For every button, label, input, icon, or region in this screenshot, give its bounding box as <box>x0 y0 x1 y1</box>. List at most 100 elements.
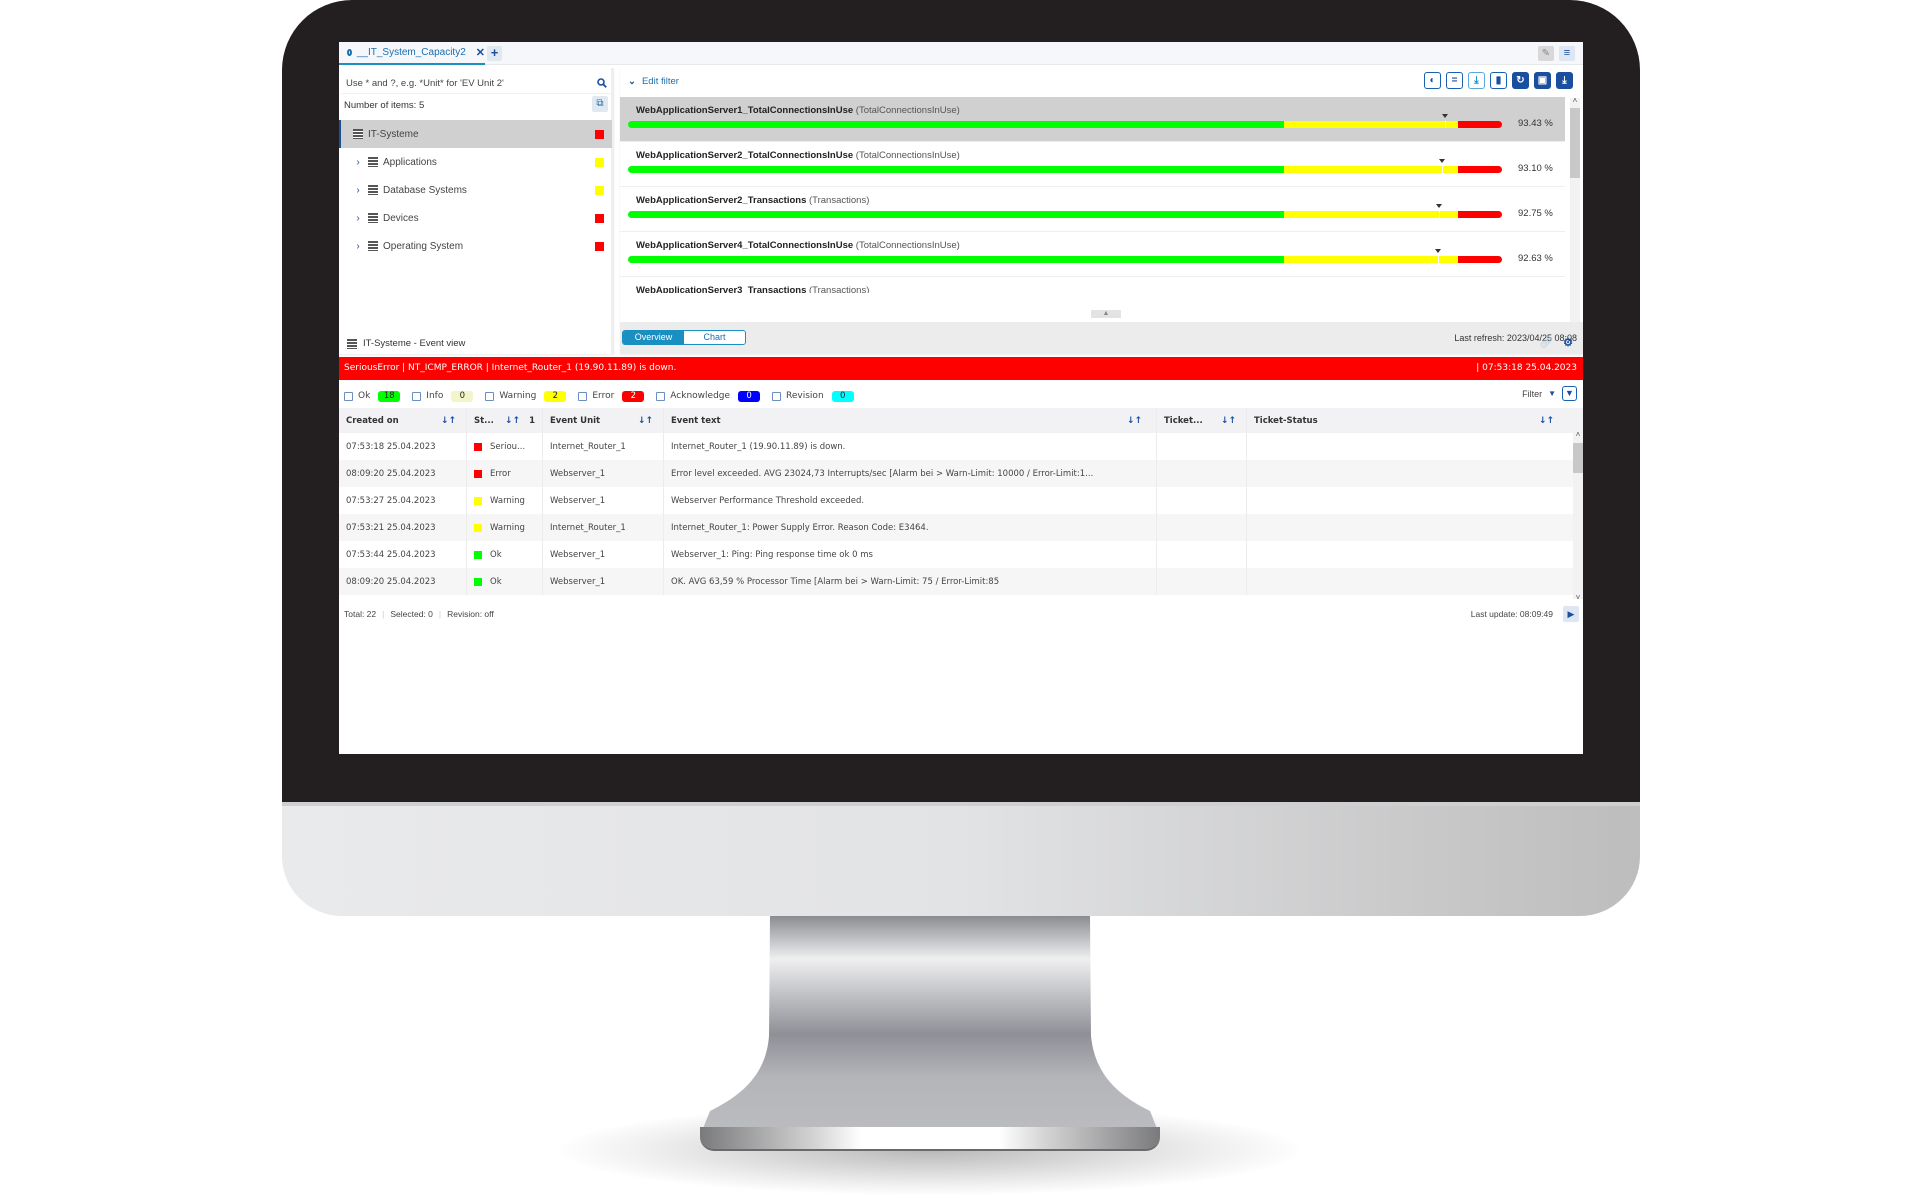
refresh-icon[interactable]: ↻ <box>1512 72 1529 89</box>
filter-ok[interactable]: Ok 18 <box>344 390 401 402</box>
search-input[interactable]: Use * and ?, e.g. *Unit* for 'EV Unit 2' <box>341 74 611 94</box>
link-icon[interactable]: 🔗︎ <box>1539 336 1553 349</box>
collapse-icon[interactable]: ⤓ <box>1468 72 1485 89</box>
sort-icon[interactable]: ↓↑ <box>505 416 520 426</box>
scrollbar-thumb[interactable] <box>1573 443 1583 473</box>
sort-index: 1 <box>529 415 535 426</box>
column-event-unit[interactable]: Event Unit ↓↑ <box>543 408 664 433</box>
caret-down-icon[interactable]: ▼ <box>1548 389 1556 398</box>
play-icon[interactable]: ▶ <box>1563 606 1579 622</box>
table-row[interactable]: 07:53:44 25.04.2023 Ok Webserver_1 Webse… <box>339 541 1583 568</box>
tree-item-label: IT-Systeme <box>368 128 419 140</box>
close-tab-icon[interactable]: ✕ <box>476 46 485 59</box>
filter-revision[interactable]: Revision 0 <box>772 390 854 402</box>
column-label: Created on <box>346 415 399 426</box>
cell-ticket-status <box>1247 541 1574 568</box>
cell-created: 07:53:27 25.04.2023 <box>339 487 467 514</box>
capacity-item[interactable]: WebApplicationServer3_Transactions (Tran… <box>620 277 1565 293</box>
scroll-down-icon[interactable]: ˅ <box>1573 593 1583 602</box>
value-marker <box>1441 114 1448 118</box>
sort-icon[interactable]: ↓↑ <box>1539 416 1554 426</box>
filter-controls: Filter ▼ ▼ <box>1522 386 1577 401</box>
chevron-right-icon[interactable]: › <box>353 185 363 196</box>
table-row[interactable]: 08:09:20 25.04.2023 Ok Webserver_1 OK. A… <box>339 568 1583 595</box>
save-icon[interactable]: ▣ <box>1534 72 1551 89</box>
pie-chart-icon[interactable]: ◐ <box>1424 72 1441 89</box>
edit-filter-toggle[interactable]: ⌄ Edit filter <box>628 76 679 87</box>
search-icon[interactable] <box>597 78 607 88</box>
alert-banner[interactable]: SeriousError | NT_ICMP_ERROR | Internet_… <box>339 357 1583 380</box>
tree-item-applications[interactable]: › Applications <box>339 148 612 176</box>
tab-chart[interactable]: Chart <box>684 331 745 344</box>
funnel-filter-icon[interactable]: ▼ <box>1562 386 1577 401</box>
edit-pencil-icon[interactable]: ✎ <box>1538 46 1554 61</box>
column-event-text[interactable]: Event text ↓↑ <box>664 408 1157 433</box>
capacity-item-name: WebApplicationServer1_TotalConnectionsIn… <box>636 105 854 116</box>
filter-info[interactable]: Info 0 <box>412 390 474 402</box>
scroll-up-icon[interactable]: ˄ <box>1570 96 1580 105</box>
value-marker <box>1435 204 1442 208</box>
capacity-item[interactable]: WebApplicationServer2_TotalConnectionsIn… <box>620 142 1565 187</box>
filter-acknowledge[interactable]: Acknowledge 0 <box>656 390 761 402</box>
download-icon[interactable]: ⤓ <box>1556 72 1573 89</box>
cell-created: 08:09:20 25.04.2023 <box>339 568 467 595</box>
tab-it-system-capacity[interactable]: __IT_System_Capacity2 ✕ <box>339 42 485 65</box>
tab-overview[interactable]: Overview <box>623 331 684 344</box>
status-text: Error <box>490 468 511 479</box>
collapse-handle[interactable]: ▲ <box>1091 310 1121 318</box>
count-badge: 0 <box>738 390 761 402</box>
filter-warning[interactable]: Warning 2 <box>485 390 567 402</box>
tree-item-devices[interactable]: › Devices <box>339 204 612 232</box>
edit-filter-label: Edit filter <box>641 76 679 87</box>
expand-all-icon[interactable]: ⧉ <box>592 96 608 112</box>
chevron-right-icon[interactable]: › <box>353 241 363 252</box>
scrollbar-thumb[interactable] <box>1570 108 1580 178</box>
cell-unit: Webserver_1 <box>543 460 664 487</box>
column-status[interactable]: St... ↓↑ 1 <box>467 408 543 433</box>
capacity-scrollbar[interactable]: ˄ ˅ <box>1570 96 1580 338</box>
table-row[interactable]: 07:53:21 25.04.2023 Warning Internet_Rou… <box>339 514 1583 541</box>
sort-icon[interactable]: ↓↑ <box>1221 416 1236 426</box>
cell-status: Seriou... <box>467 433 543 460</box>
checkbox[interactable] <box>344 391 353 401</box>
column-created-on[interactable]: Created on ↓↑ <box>339 408 467 433</box>
list-icon[interactable]: = <box>1446 72 1463 89</box>
checkbox[interactable] <box>772 391 782 401</box>
cell-ticket <box>1157 541 1247 568</box>
monitor-chin <box>282 802 1640 916</box>
capacity-item[interactable]: WebApplicationServer2_Transactions (Tran… <box>620 187 1565 232</box>
table-row[interactable]: 07:53:18 25.04.2023 Seriou... Internet_R… <box>339 433 1583 460</box>
filter-error[interactable]: Error 2 <box>578 390 645 402</box>
add-tab-button[interactable]: + <box>487 46 502 61</box>
column-ticket-status[interactable]: Ticket-Status ↓↑ <box>1247 408 1574 433</box>
tree-item-database-systems[interactable]: › Database Systems <box>339 176 612 204</box>
checkbox[interactable] <box>578 391 588 401</box>
checkbox[interactable] <box>656 391 666 401</box>
sort-icon[interactable]: ↓↑ <box>638 416 653 426</box>
table-body: 07:53:18 25.04.2023 Seriou... Internet_R… <box>339 433 1583 595</box>
hamburger-menu-icon[interactable]: ≡ <box>1559 46 1575 61</box>
checkbox[interactable] <box>485 391 495 401</box>
chevron-right-icon[interactable]: › <box>353 157 363 168</box>
tree-item-operating-system[interactable]: › Operating System <box>339 232 612 260</box>
table-row[interactable]: 08:09:20 25.04.2023 Error Webserver_1 Er… <box>339 460 1583 487</box>
table-scrollbar[interactable]: ˄ ˅ <box>1573 430 1583 602</box>
server-icon <box>347 338 357 349</box>
capacity-item[interactable]: WebApplicationServer1_TotalConnectionsIn… <box>620 97 1565 142</box>
gear-icon[interactable]: ⚙ <box>1563 336 1573 349</box>
checkbox[interactable] <box>412 391 422 401</box>
cell-text: Error level exceeded. AVG 23024,73 Inter… <box>664 460 1157 487</box>
bar-chart-icon[interactable]: ▮ <box>1490 72 1507 89</box>
sort-icon[interactable]: ↓↑ <box>441 416 456 426</box>
monitor-mockup: __IT_System_Capacity2 ✕ + ✎ ≡ Use * and … <box>0 0 1920 1200</box>
tree-item-label: Devices <box>383 212 419 224</box>
filter-dropdown-label[interactable]: Filter <box>1522 389 1542 399</box>
column-ticket[interactable]: Ticket... ↓↑ <box>1157 408 1247 433</box>
table-row[interactable]: 07:53:27 25.04.2023 Warning Webserver_1 … <box>339 487 1583 514</box>
tree-item-it-systeme[interactable]: IT-Systeme <box>339 120 612 148</box>
capacity-item[interactable]: WebApplicationServer4_TotalConnectionsIn… <box>620 232 1565 277</box>
alert-text: SeriousError | NT_ICMP_ERROR | Internet_… <box>344 363 677 373</box>
sort-icon[interactable]: ↓↑ <box>1127 416 1142 426</box>
chevron-right-icon[interactable]: › <box>353 213 363 224</box>
scroll-up-icon[interactable]: ˄ <box>1573 430 1583 439</box>
